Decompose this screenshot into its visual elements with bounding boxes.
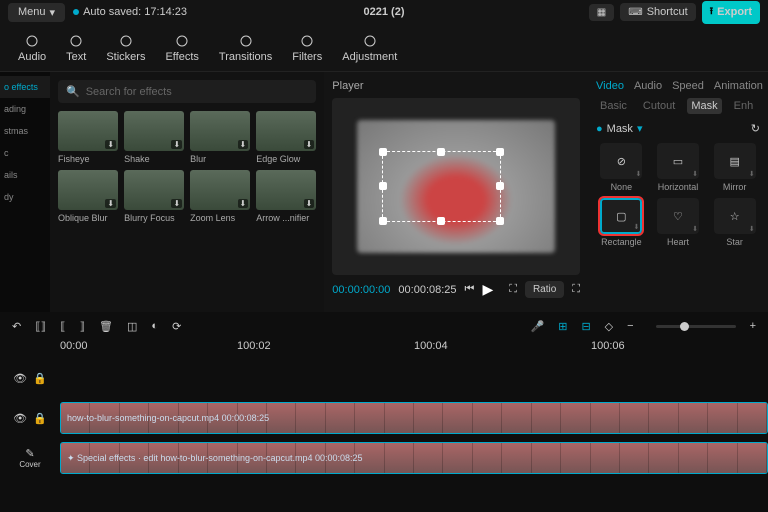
player-label: Player [332, 80, 580, 92]
export-button[interactable]: ⭱ Export [702, 1, 760, 24]
category-item[interactable]: o effects [0, 76, 50, 98]
duration: 00:00:08:25 [398, 284, 456, 296]
mask-horizontal[interactable]: ▭Horizontal [653, 143, 704, 192]
marker-icon[interactable]: ◇ [605, 320, 613, 333]
search-input[interactable]: 🔍 Search for effects [58, 80, 316, 103]
mirror-icon[interactable]: ◐ [151, 320, 158, 332]
trim-left-icon[interactable]: ⟦ [60, 320, 65, 333]
effect-thumb[interactable]: Oblique Blur [58, 170, 118, 223]
prev-icon[interactable]: ⏮ [465, 283, 475, 296]
tool-stickers[interactable]: Stickers [96, 29, 155, 67]
subtab-cutout[interactable]: Cutout [639, 98, 679, 114]
lock-icon[interactable]: 🔒 [33, 372, 47, 385]
ruler-tick: 100:04 [414, 340, 448, 352]
project-title: 0221 (2) [364, 6, 405, 18]
category-item[interactable]: dy [0, 186, 50, 208]
cover-button[interactable]: ✎Cover [0, 447, 60, 469]
category-item[interactable]: c [0, 142, 50, 164]
tool-transitions[interactable]: Transitions [209, 29, 282, 67]
shortcut-button[interactable]: ⌨ Shortcut [620, 3, 695, 21]
ruler-tick: 100:06 [591, 340, 625, 352]
mask-none[interactable]: ⊘None [596, 143, 647, 192]
delete-icon[interactable]: 🗑 [99, 320, 113, 333]
effect-thumb[interactable]: Arrow ...nifier [256, 170, 316, 223]
subtab-enh[interactable]: Enh [730, 98, 758, 114]
tool-filters[interactable]: Filters [282, 29, 332, 67]
tab-audio[interactable]: Audio [634, 80, 662, 92]
eye-icon[interactable]: 👁 [13, 372, 27, 385]
ruler-tick: 100:02 [237, 340, 271, 352]
zoom-slider[interactable] [656, 325, 736, 328]
scale-icon[interactable]: ⛶ [509, 283, 517, 296]
effect-thumb[interactable]: Edge Glow [256, 111, 316, 164]
effect-thumb[interactable]: Zoom Lens [190, 170, 250, 223]
preview-canvas[interactable] [332, 98, 580, 275]
reset-icon[interactable]: ↻ [751, 122, 760, 135]
autosave-status: Auto saved: 17:14:23 [73, 6, 187, 18]
zoom-in-icon[interactable]: + [750, 320, 756, 332]
trim-right-icon[interactable]: ⟧ [80, 320, 85, 333]
undo-icon[interactable]: ↶ [12, 320, 21, 333]
split-icon[interactable]: ⟦⟧ [35, 320, 46, 333]
link-icon[interactable]: ⊟ [581, 320, 590, 333]
mic-icon[interactable]: 🎤 [531, 320, 545, 333]
mask-star[interactable]: ☆Star [709, 198, 760, 247]
crop-icon[interactable]: ◫ [127, 320, 137, 333]
category-item[interactable]: ading [0, 98, 50, 120]
mask-rectangle[interactable]: ▢Rectangle [596, 198, 647, 247]
current-time: 00:00:00:00 [332, 284, 390, 296]
effect-thumb[interactable]: Shake [124, 111, 184, 164]
tab-speed[interactable]: Speed [672, 80, 704, 92]
timeline-clip[interactable]: how-to-blur-something-on-capcut.mp4 00:0… [60, 402, 768, 434]
tool-text[interactable]: Text [56, 29, 96, 67]
mask-heart[interactable]: ♡Heart [653, 198, 704, 247]
category-item[interactable]: ails [0, 164, 50, 186]
tool-effects[interactable]: Effects [155, 29, 208, 67]
rotate-icon[interactable]: ⟳ [172, 320, 181, 333]
zoom-out-icon[interactable]: − [627, 320, 633, 332]
tab-animation[interactable]: Animation [714, 80, 763, 92]
mask-section-header: ● Mask ▾↻ [596, 122, 760, 135]
snap-icon[interactable]: ⊞ [558, 320, 567, 333]
effect-thumb[interactable]: Fisheye [58, 111, 118, 164]
effect-thumb[interactable]: Blur [190, 111, 250, 164]
category-item[interactable]: stmas [0, 120, 50, 142]
tool-audio[interactable]: Audio [8, 29, 56, 67]
play-button[interactable]: ▶ [482, 281, 493, 298]
lock-icon[interactable]: 🔒 [33, 412, 47, 425]
menu-button[interactable]: Menu ▾ [8, 3, 65, 22]
tool-adjustment[interactable]: Adjustment [332, 29, 407, 67]
fullscreen-icon[interactable]: ⛶ [572, 283, 580, 296]
timeline-clip[interactable]: ✦ Special effects · edit how-to-blur-som… [60, 442, 768, 474]
subtab-basic[interactable]: Basic [596, 98, 631, 114]
tab-video[interactable]: Video [596, 80, 624, 92]
effect-thumb[interactable]: Blurry Focus [124, 170, 184, 223]
eye-icon[interactable]: 👁 [13, 412, 27, 425]
mask-mirror[interactable]: ▤Mirror [709, 143, 760, 192]
ruler-tick: 00:00 [60, 340, 88, 352]
layout-icon[interactable]: ▦ [589, 4, 614, 21]
ratio-button[interactable]: Ratio [525, 281, 564, 298]
mask-rect-overlay[interactable] [382, 151, 501, 222]
subtab-mask[interactable]: Mask [687, 98, 721, 114]
